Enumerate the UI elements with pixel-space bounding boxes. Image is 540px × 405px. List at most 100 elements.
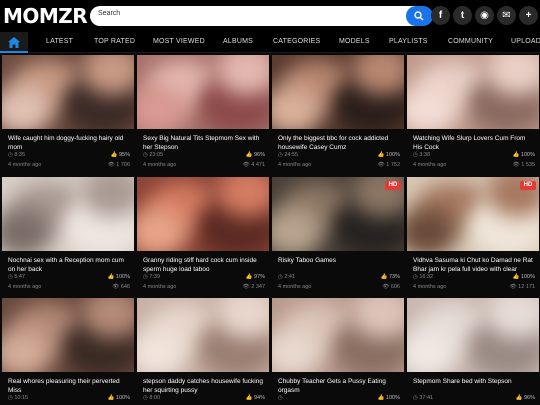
rating-text: 👍 95% bbox=[111, 152, 130, 158]
video-title[interactable]: Real whores pleasuring their perverted M… bbox=[8, 378, 130, 395]
video-thumbnail[interactable] bbox=[2, 298, 134, 372]
video-card[interactable]: Real whores pleasuring their perverted M… bbox=[2, 298, 134, 405]
video-age: 4 months ago bbox=[143, 162, 177, 168]
duration-text: ◷ 5:47 bbox=[8, 274, 25, 280]
video-title[interactable]: stepson daddy catches housewife fucking … bbox=[143, 378, 265, 395]
video-meta-row: 4 months ago 👁 606 bbox=[278, 284, 400, 293]
video-duration: 5:47 bbox=[14, 274, 26, 280]
video-age: 4 months ago bbox=[143, 284, 177, 290]
video-thumbnail[interactable] bbox=[2, 55, 134, 129]
video-thumbnail[interactable] bbox=[137, 298, 269, 372]
duration-text: ◷ 24:55 bbox=[278, 152, 298, 158]
video-card[interactable]: Nochnai sex with a Reception mom cum on … bbox=[2, 177, 134, 295]
video-thumbnail[interactable] bbox=[407, 298, 539, 372]
nav-home[interactable] bbox=[0, 32, 28, 53]
social-add-button[interactable]: + bbox=[519, 6, 538, 25]
video-card[interactable]: Watching Wife Slurp Lovers Cum From His … bbox=[407, 55, 539, 173]
video-thumbnail[interactable]: HD bbox=[407, 177, 539, 251]
eye-icon: 👁 bbox=[382, 284, 391, 290]
video-card[interactable]: Only the biggest bbc for cock addicted h… bbox=[272, 55, 404, 173]
video-age: 4 months ago bbox=[278, 284, 312, 290]
add-icon: + bbox=[525, 10, 532, 21]
video-meta-row: ◷ 24:55 👍 100% bbox=[278, 152, 400, 161]
nav-top-rated[interactable]: TOP RATED bbox=[94, 38, 135, 45]
video-thumbnail[interactable]: HD bbox=[272, 177, 404, 251]
video-thumbnail[interactable] bbox=[137, 55, 269, 129]
video-thumbnail[interactable] bbox=[272, 298, 404, 372]
social-reddit-button[interactable]: ◉ bbox=[475, 6, 494, 25]
video-thumbnail[interactable] bbox=[407, 55, 539, 129]
video-title[interactable]: Only the biggest bbc for cock addicted h… bbox=[278, 135, 400, 152]
eye-icon: 👁 bbox=[242, 284, 252, 290]
duration-text: ◷ bbox=[278, 395, 283, 401]
nav-most-viewed[interactable]: MOST VIEWED bbox=[153, 38, 205, 45]
video-thumbnail[interactable] bbox=[2, 177, 134, 251]
duration-text: ◷ 3:38 bbox=[413, 152, 430, 158]
video-card[interactable]: Chubby Teacher Gets a Pussy Eating orgas… bbox=[272, 298, 404, 405]
social-email-button[interactable]: ✉ bbox=[497, 6, 516, 25]
search-icon bbox=[414, 11, 424, 21]
thumbs-up-icon: 👍 bbox=[245, 274, 254, 280]
nav-upload[interactable]: UPLOAD bbox=[511, 38, 540, 45]
nav-latest[interactable]: LATEST bbox=[46, 38, 73, 45]
video-card[interactable]: HD Vidhva Sasuma ki Chut ko Damad ne Rat … bbox=[407, 177, 539, 295]
video-views: 12 171 bbox=[518, 284, 535, 290]
social-facebook-button[interactable]: f bbox=[431, 6, 450, 25]
video-meta-row: 4 months ago 👁 4 471 bbox=[143, 162, 265, 171]
video-views: 1 706 bbox=[116, 162, 130, 168]
video-title[interactable]: Chubby Teacher Gets a Pussy Eating orgas… bbox=[278, 378, 400, 395]
rating-text: 👍 94% bbox=[246, 395, 265, 401]
video-card[interactable]: Sexy Big Natural Tits Stepmom Sex with h… bbox=[137, 55, 269, 173]
duration-text: ◷ 8:35 bbox=[8, 152, 25, 158]
video-meta-row: ◷ 37:41 👍 96% bbox=[413, 395, 535, 404]
video-title[interactable]: Wife caught him doggy-fucking hairy old … bbox=[8, 135, 130, 152]
views-text: 👁 1 535 bbox=[513, 162, 535, 168]
thumbs-up-icon: 👍 bbox=[245, 395, 254, 401]
video-thumbnail[interactable] bbox=[137, 177, 269, 251]
video-card[interactable]: HD Risky Taboo Games ◷ 2:41 👍 73% 4 months a… bbox=[272, 177, 404, 295]
video-views: 2 347 bbox=[251, 284, 265, 290]
video-card[interactable]: Wife caught him doggy-fucking hairy old … bbox=[2, 55, 134, 173]
video-age: 4 months ago bbox=[413, 284, 447, 290]
nav-models[interactable]: MODELS bbox=[339, 38, 370, 45]
twitter-icon: t bbox=[460, 10, 465, 21]
eye-icon: 👁 bbox=[509, 284, 519, 290]
clock-icon: ◷ bbox=[278, 395, 283, 401]
video-card[interactable]: Stepmom Share bed with Stepson ◷ 37:41 👍 9… bbox=[407, 298, 539, 405]
video-meta-row: ◷ 7:39 👍 97% bbox=[143, 274, 265, 283]
video-title[interactable]: Vidhva Sasuma ki Chut ko Damad ne Rat Bh… bbox=[413, 257, 535, 274]
video-views: 4 471 bbox=[251, 162, 265, 168]
search-placeholder: Search bbox=[98, 10, 121, 17]
nav-community[interactable]: COMMUNITY bbox=[448, 38, 493, 45]
video-title[interactable]: Granny riding stiff hard cock cum inside… bbox=[143, 257, 265, 274]
video-age: 4 months ago bbox=[413, 162, 447, 168]
rating-text: 👍 96% bbox=[516, 395, 535, 401]
video-meta-row: ◷ 16:32 👍 100% bbox=[413, 274, 535, 283]
social-twitter-button[interactable]: t bbox=[453, 6, 472, 25]
nav-albums[interactable]: ALBUMS bbox=[223, 38, 253, 45]
search-input[interactable]: Search bbox=[90, 6, 432, 26]
search-button[interactable] bbox=[406, 6, 433, 26]
video-rating: 100% bbox=[520, 152, 535, 158]
nav-categories[interactable]: CATEGORIES bbox=[273, 38, 320, 45]
video-title[interactable]: Stepmom Share bed with Stepson bbox=[413, 378, 535, 387]
video-title[interactable]: Sexy Big Natural Tits Stepmom Sex with h… bbox=[143, 135, 265, 152]
video-title[interactable]: Risky Taboo Games bbox=[278, 257, 400, 266]
video-duration: 24:55 bbox=[284, 152, 299, 158]
video-title[interactable]: Watching Wife Slurp Lovers Cum From His … bbox=[413, 135, 535, 152]
video-views: 606 bbox=[390, 284, 400, 290]
site-logo[interactable]: MOMZR bbox=[3, 5, 88, 27]
thumbs-up-icon: 👍 bbox=[107, 395, 116, 401]
video-card[interactable]: stepson daddy catches housewife fucking … bbox=[137, 298, 269, 405]
video-rating: 96% bbox=[523, 395, 535, 401]
video-views: 1 535 bbox=[521, 162, 535, 168]
video-meta-row: ◷ 3:38 👍 100% bbox=[413, 152, 535, 161]
video-thumbnail[interactable] bbox=[272, 55, 404, 129]
video-age: 4 months ago bbox=[8, 162, 42, 168]
video-title[interactable]: Nochnai sex with a Reception mom cum on … bbox=[8, 257, 130, 274]
nav-playlists[interactable]: PLAYLISTS bbox=[389, 38, 428, 45]
rating-text: 👍 100% bbox=[378, 395, 400, 401]
rating-text: 👍 100% bbox=[513, 274, 535, 280]
video-card[interactable]: Granny riding stiff hard cock cum inside… bbox=[137, 177, 269, 295]
video-meta-row: 4 months ago 👁 2 347 bbox=[143, 284, 265, 293]
